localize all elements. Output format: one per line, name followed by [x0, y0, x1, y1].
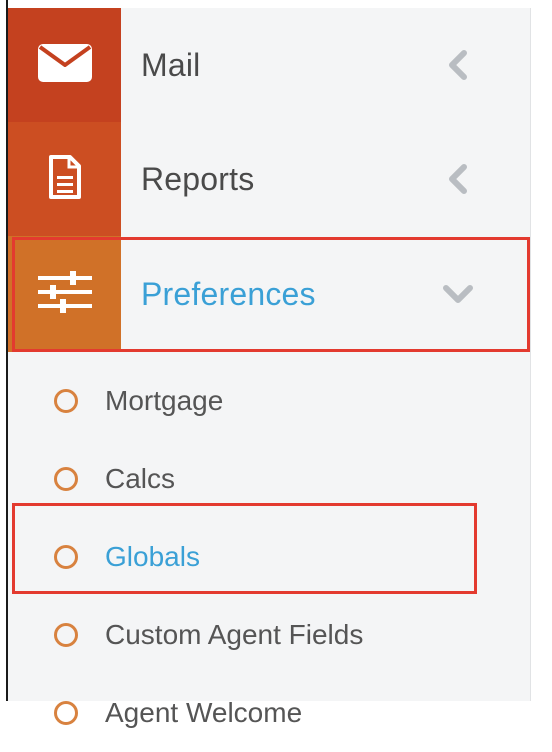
sidebar-item-label: Mail [141, 46, 201, 83]
circle-icon [54, 623, 78, 647]
mail-icon-block [8, 8, 121, 122]
submenu-item-label: Agent Welcome [105, 697, 303, 728]
sliders-icon [36, 270, 94, 319]
circle-icon [54, 701, 78, 725]
submenu-item-globals[interactable]: Globals [8, 518, 530, 596]
sidebar-item-mail[interactable]: Mail [8, 8, 530, 122]
sidebar-item-label: Preferences [141, 275, 316, 312]
submenu-item-label: Calcs [105, 463, 176, 494]
preferences-icon-block [8, 236, 121, 352]
sidebar-item-preferences[interactable]: Preferences [8, 236, 530, 352]
submenu-item-custom-agent-fields[interactable]: Custom Agent Fields [8, 596, 530, 674]
envelope-icon [37, 43, 93, 88]
circle-icon [54, 389, 78, 413]
chevron-down-icon[interactable] [438, 236, 478, 352]
sidebar-item-label: Reports [141, 160, 255, 197]
sidebar: Mail Reports Preferences Mortgage Calcs … [8, 8, 531, 728]
submenu-item-agent-welcome[interactable]: Agent Welcome [8, 674, 530, 752]
submenu-item-label: Custom Agent Fields [105, 619, 364, 650]
submenu-item-label: Globals [105, 541, 200, 572]
submenu-item-mortgage[interactable]: Mortgage [8, 362, 530, 440]
page-right-edge [531, 0, 552, 701]
submenu-item-calcs[interactable]: Calcs [8, 440, 530, 518]
circle-icon [54, 467, 78, 491]
submenu-item-label: Mortgage [105, 385, 224, 416]
document-icon [48, 154, 82, 205]
chevron-left-icon[interactable] [438, 122, 478, 236]
sidebar-item-reports[interactable]: Reports [8, 122, 530, 236]
chevron-left-icon[interactable] [438, 8, 478, 122]
circle-icon [54, 545, 78, 569]
reports-icon-block [8, 122, 121, 236]
